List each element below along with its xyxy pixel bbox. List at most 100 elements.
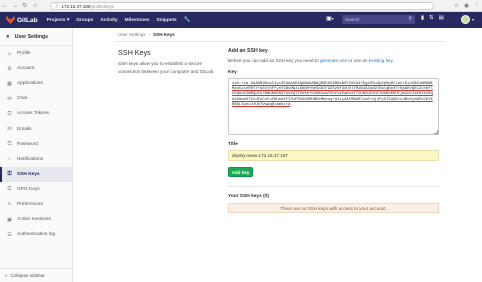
gpg-key-icon: ⚿ (7, 186, 12, 193)
sidebar-item-applications[interactable]: ▦ Applications (0, 76, 72, 91)
sidebar-item-label: Authentication log (17, 232, 56, 238)
chat-icon: ✉ (7, 95, 12, 102)
sidebar-item-label: Chat (17, 96, 28, 102)
envelope-icon: ✉ (7, 126, 12, 133)
todo-icon[interactable]: ▮ (421, 15, 424, 21)
back-icon[interactable]: ← (0, 1, 10, 11)
chevron-down-icon[interactable]: ▾ (472, 17, 474, 22)
address-bar[interactable]: ⓘ 172.16.47.180/profile/keys (50, 2, 434, 10)
breadcrumb-separator: › (148, 32, 151, 37)
sidebar-item-preferences[interactable]: ≡ Preferences (0, 197, 72, 212)
user-icon: ● (6, 33, 10, 40)
url-host: 172.16.47.180 (61, 3, 91, 9)
title-input[interactable]: deploy-www-172.16.47.167 (228, 150, 439, 161)
account-icon: ⚙ (7, 65, 12, 72)
sidebar-item-label: Applications (17, 81, 43, 87)
generate-one-link[interactable]: generate one (320, 58, 347, 63)
sidebar-item-password[interactable]: ⚿ Password (0, 137, 72, 152)
brand-name: GitLab (17, 16, 38, 24)
reload-icon[interactable]: ↻ (20, 1, 30, 11)
add-key-heading: Add an SSH key (228, 48, 268, 54)
sidebar-item-label: Notifications (17, 156, 44, 162)
key-label: Key (228, 70, 237, 75)
sidebar-title: User Settings (14, 33, 49, 40)
sidebar-item-label: Preferences (17, 201, 43, 207)
search-placeholder: Search (345, 17, 360, 22)
breadcrumb-parent[interactable]: User Settings (118, 32, 146, 37)
issues-icon[interactable]: ▤ (439, 15, 444, 21)
page-title: SSH Keys (118, 48, 151, 57)
title-label: Title (228, 142, 238, 147)
menu-icon[interactable]: ⋮ (473, 2, 480, 10)
merge-request-icon[interactable]: ⇅ (429, 15, 434, 21)
admin-wrench-icon[interactable]: 🔧 (184, 17, 191, 23)
log-icon: ☰ (7, 231, 12, 238)
add-key-button[interactable]: Add key (228, 167, 253, 177)
sidebar-item-active-sessions[interactable]: ▣ Active Sessions (0, 212, 72, 227)
nav-milestones[interactable]: Milestones (125, 17, 150, 23)
sidebar-item-authentication-log[interactable]: ☰ Authentication log (0, 227, 72, 242)
add-key-description: Before you can add an SSH key you need t… (228, 58, 394, 63)
sidebar-item-emails[interactable]: ✉ Emails (0, 121, 72, 136)
applications-icon: ▦ (7, 80, 12, 87)
sidebar: ● User Settings ☺ Profile ⚙ Account ▦ Applica… (0, 28, 73, 282)
sidebar-item-label: Emails (17, 126, 32, 132)
ssh-key-icon: ⚿ (7, 171, 12, 178)
sidebar-item-label: Access Tokens (17, 111, 49, 117)
nav-projects[interactable]: Projects ▾ (47, 17, 70, 23)
title-value: deploy-www-172.16.47.167 (232, 153, 288, 158)
sidebar-header[interactable]: ● User Settings (0, 28, 72, 46)
sidebar-item-notifications[interactable]: ♪ Notifications (0, 152, 72, 167)
bell-icon: ♪ (8, 156, 11, 163)
sidebar-item-label: Account (17, 66, 35, 72)
sidebar-item-access-tokens[interactable]: ⚿ Access Tokens (0, 106, 72, 121)
browser-toolbar: ← → ↻ ⌂ ⓘ 172.16.47.180/profile/keys ☆ ◉… (0, 0, 482, 12)
breadcrumb: User Settings › SSH Keys (118, 32, 175, 37)
tanuki-icon (6, 16, 15, 24)
nav-groups[interactable]: Groups (76, 17, 93, 23)
info-icon: ⓘ (54, 3, 59, 8)
url-path: /profile/keys (90, 3, 115, 9)
sidebar-item-ssh-keys[interactable]: ⚿ SSH Keys (0, 166, 72, 182)
sliders-icon: ≡ (8, 201, 11, 208)
gitlab-header: GitLab Projects ▾ Groups Activity Milest… (0, 12, 482, 28)
lock-icon: ⚿ (7, 141, 12, 148)
resize-handle[interactable] (434, 130, 438, 134)
existing-key-link[interactable]: existing key (369, 58, 393, 63)
key-value: ssh-rsa AAAAB3NzaC1yc2EAAAADAQABAAABAQDD… (232, 82, 433, 107)
key-textarea[interactable]: ssh-rsa AAAAB3NzaC1yc2EAAAADAQABAAABAQDD… (228, 78, 439, 135)
your-keys-heading: Your SSH keys (0) (228, 194, 269, 199)
no-keys-notice: There are no SSH keys with access to you… (228, 203, 439, 213)
bookmark-icon[interactable]: ☆ (453, 2, 460, 10)
sidebar-item-chat[interactable]: ✉ Chat (0, 91, 72, 106)
collapse-sidebar-button[interactable]: « Collapse sidebar (0, 268, 73, 282)
sidebar-item-label: Password (17, 141, 39, 147)
profile-icon: ☺ (6, 50, 13, 57)
main-nav: Projects ▾ Groups Activity Milestones Sn… (47, 17, 191, 23)
new-dropdown[interactable]: ▣ ▾ (326, 15, 334, 22)
collapse-label: Collapse sidebar (10, 273, 45, 278)
nav-snippets[interactable]: Snippets (156, 17, 176, 23)
search-icon: ⚲ (408, 16, 412, 22)
sidebar-item-label: Active Sessions (17, 217, 51, 223)
nav-activity[interactable]: Activity (100, 17, 117, 23)
forward-icon[interactable]: → (10, 1, 20, 11)
avatar[interactable] (461, 15, 470, 24)
extension-icon[interactable]: ◉ (463, 2, 470, 10)
sidebar-item-label: Profile (17, 51, 31, 57)
sidebar-item-label: GPG Keys (17, 186, 40, 192)
sidebar-item-gpg-keys[interactable]: ⚿ GPG Keys (0, 182, 72, 197)
breadcrumb-current: SSH Keys (153, 32, 175, 37)
breadcrumb-divider (115, 41, 445, 42)
sessions-icon: ▣ (7, 216, 12, 223)
key-icon: ⚿ (7, 110, 12, 117)
collapse-icon: « (5, 273, 8, 278)
sidebar-item-profile[interactable]: ☺ Profile (0, 46, 72, 61)
sidebar-item-label: SSH Keys (17, 171, 40, 177)
search-input[interactable]: Search ⚲ (342, 15, 415, 24)
section-divider (228, 186, 439, 187)
sidebar-item-account[interactable]: ⚙ Account (0, 61, 72, 76)
home-icon[interactable]: ⌂ (30, 1, 40, 11)
gitlab-logo[interactable]: GitLab (6, 16, 38, 24)
page-description: SSH keys allow you to establish a secure… (118, 61, 215, 74)
